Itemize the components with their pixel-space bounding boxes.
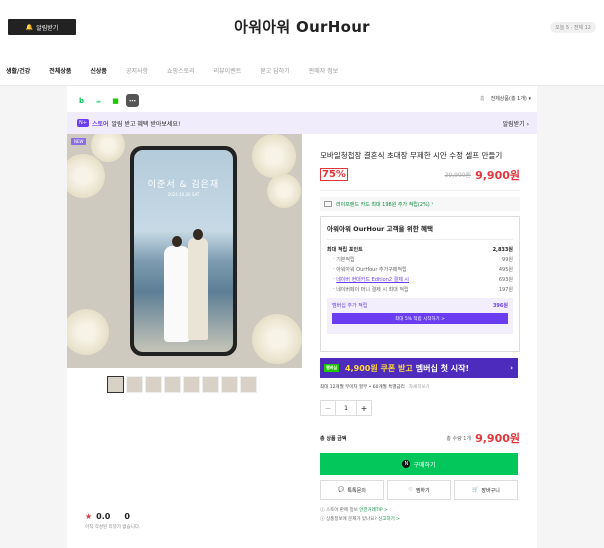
breadcrumb: 홈 전체상품(총 1개) ▾ [480,96,531,102]
flower-decoration [267,174,301,208]
wish-button[interactable]: ♡ 찜하기 [387,480,451,500]
thumbnail[interactable] [164,376,181,393]
chevron-right-icon: › [510,364,513,372]
nav-item-review-event[interactable]: 리뷰이벤트 [214,66,242,75]
flower-decoration [67,154,105,198]
sale-price: 9,900원 [475,168,520,182]
buy-button[interactable]: N 구매하기 [320,453,518,475]
point-row: · 네이버페이 머니 결제 시 최대 적립 197원 [333,286,513,293]
nav-item-seller[interactable]: 판매자 정보 [309,66,339,75]
phone-mockup: 이준서 & 김은재 2024.10.26 SAT [130,146,237,356]
thumbnail[interactable] [126,376,143,393]
quantity-minus-button[interactable]: − [320,400,336,416]
share-icons: b ☕ ■ ⋯ [75,94,139,107]
membership-coupon-banner[interactable]: 멤버십 4,900원 쿠폰 받고 멤버십 첫 시작! › [320,358,518,378]
quantity-stepper: − 1 + [320,400,372,416]
chat-icon: 💬 [338,487,345,493]
installment-info: 최대 12개월 무이자 할부 • 60개월 특별금리 자세히보기 [320,385,430,390]
safety-tip-link[interactable]: 안전거래TIP > [359,508,388,513]
naver-pay-icon: N [402,460,411,468]
wedding-invitation-screen: 이준서 & 김은재 2024.10.26 SAT [134,150,233,352]
new-badge: NEW [71,138,87,145]
quantity-value[interactable]: 1 [336,400,356,416]
star-icon: ★ [85,512,93,521]
nav-item-new[interactable]: 신상품 [90,66,107,75]
flower-decoration [67,309,109,355]
secondary-actions: 💬 톡톡문의 ♡ 찜하기 🛒 장바구니 [320,480,518,500]
cart-icon: 🛒 [472,487,479,493]
point-row[interactable]: · 네이버 현대카드 Edition2 결제 시 693원 [327,274,513,284]
flower-decoration [91,134,125,162]
nav-item-notice[interactable]: 공지사항 [126,66,148,75]
bookmark-share-icon[interactable]: ■ [109,94,122,107]
card-icon [324,201,332,207]
point-row: · 기본적립 99원 [333,256,513,263]
cart-button[interactable]: 🛒 장바구니 [454,480,518,500]
review-empty-note: 아직 작성된 리뷰가 없습니다. [85,525,141,530]
membership-start-button[interactable]: 최대 5% 적립 시작하기 > [332,313,508,324]
thumbnail[interactable] [240,376,257,393]
nav-item-all[interactable]: 전체상품 [49,66,71,75]
thumbnail[interactable] [107,376,124,393]
flower-decoration [252,134,296,178]
thumbnail-list [107,376,257,393]
product-page: b ☕ ■ ⋯ 홈 전체상품(총 1개) ▾ N+ 스토어 알림 받고 혜택 받아… [67,86,537,548]
thumbnail[interactable] [183,376,200,393]
store-alarm-banner: N+ 스토어 알림 받고 혜택 받아보세요! 알림받기 › [67,112,537,134]
cafe-share-icon[interactable]: ☕ [92,94,105,107]
more-share-icon[interactable]: ⋯ [126,94,139,107]
quantity-plus-button[interactable]: + [356,400,372,416]
nav-item-story[interactable]: 쇼핑스토리 [167,66,195,75]
max-point-row: 최대 적립 포인트 2,833원 [327,246,513,253]
nav-item-qna[interactable]: 묻고 답하기 [260,66,290,75]
groom-figure [188,238,208,340]
flower-decoration [252,314,302,364]
visit-counter: 오늘 5 · 전체 12 [550,22,596,33]
membership-box: 멤버십 추가 적립 396원 최대 5% 적립 시작하기 > [327,298,513,334]
blog-share-icon[interactable]: b [75,94,88,107]
installment-detail-link[interactable]: 자세히보기 [409,385,430,390]
point-row: · 아워아워 OurHour 추가구매적립 495원 [333,266,513,273]
banner-alarm-button[interactable]: 알림받기 › [503,119,529,128]
original-price: 39,900원 [444,172,472,179]
heart-icon: ♡ [408,487,413,493]
review-rating[interactable]: ★ 0.0 0 [85,512,130,521]
bride-figure [164,246,190,342]
price-row: 75% 39,900원 9,900원 [320,168,520,191]
benefit-box: 아워아워 OurHour 고객을 위한 혜택 최대 적립 포인트 2,833원 ·… [320,216,520,352]
store-header: 🔔 알림받기 아워아워 OurHour 오늘 5 · 전체 12 [0,0,604,56]
thumbnail[interactable] [202,376,219,393]
product-info: 모바일청첩장 결혼식 초대장 무제한 시안 수정 셀프 만들기 75% 39,9… [320,134,520,524]
thumbnail[interactable] [221,376,238,393]
talk-button[interactable]: 💬 톡톡문의 [320,480,384,500]
product-name: 모바일청첩장 결혼식 초대장 무제한 시안 수정 셀프 만들기 [320,151,503,160]
total-row: 총 상품 금액 총 수량 1개 9,900원 [320,432,520,445]
store-notes: ⓘ 스토어 판매 정보 안전거래TIP > ⓘ 상품정보에 문제가 있나요? 신… [320,508,400,522]
nav-item-life[interactable]: 생활/건강 [6,66,30,75]
category-nav: 생활/건강 전체상품 신상품 공지사항 쇼핑스토리 리뷰이벤트 묻고 답하기 판… [0,56,604,86]
product-main-image[interactable]: NEW 이준서 & 김은재 2024.10.26 SAT [67,134,302,368]
store-name[interactable]: 아워아워 OurHour [0,16,604,37]
thumbnail[interactable] [145,376,162,393]
discount-rate: 75% [320,168,348,181]
report-link[interactable]: 신고하기 > [378,517,400,522]
benefit-title: 아워아워 OurHour 고객을 위한 혜택 [327,223,513,240]
card-benefit[interactable]: 라이프랜드 카드 최대 198원 추가 적립(2%) › [320,197,520,211]
